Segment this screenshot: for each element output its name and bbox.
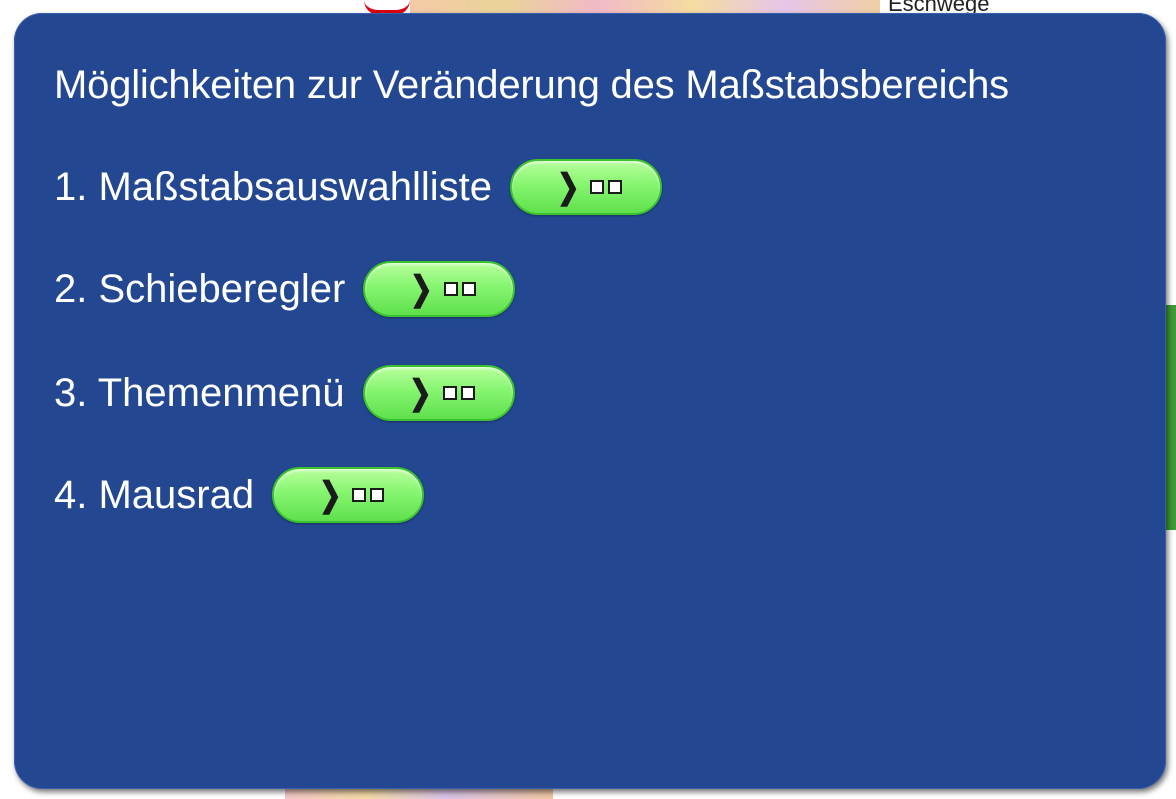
option-theme-menu: 3. Themenmenü ❯: [54, 363, 515, 423]
chevron-right-icon: ❯: [409, 270, 433, 308]
option-label: 3. Themenmenü: [54, 370, 345, 415]
scale-options-popup: Möglichkeiten zur Veränderung des Maßsta…: [14, 13, 1166, 789]
option-mouse-wheel: 4. Mausrad ❯: [54, 465, 425, 525]
chevron-right-icon: ❯: [318, 476, 342, 514]
chevron-right-icon: ❯: [556, 168, 580, 206]
map-side-strip: [1166, 305, 1176, 530]
option-slider: 2. Schieberegler ❯: [54, 259, 516, 319]
option-label: 4. Mausrad: [54, 472, 255, 517]
play-slider-button[interactable]: ❯: [363, 261, 516, 317]
squares-icon: [443, 282, 476, 296]
chevron-right-icon: ❯: [409, 374, 432, 412]
squares-icon: [590, 180, 623, 194]
option-label: 2. Schieberegler: [54, 266, 346, 311]
squares-icon: [352, 488, 385, 502]
play-mouse-wheel-button[interactable]: ❯: [272, 467, 425, 523]
popup-title: Möglichkeiten zur Veränderung des Maßsta…: [54, 63, 1009, 107]
option-scale-list: 1. Maßstabsauswahlliste ❯: [54, 157, 662, 217]
play-theme-menu-button[interactable]: ❯: [362, 365, 515, 421]
squares-icon: [442, 386, 475, 400]
play-scale-list-button[interactable]: ❯: [509, 159, 662, 215]
option-label: 1. Maßstabsauswahlliste: [54, 164, 492, 209]
